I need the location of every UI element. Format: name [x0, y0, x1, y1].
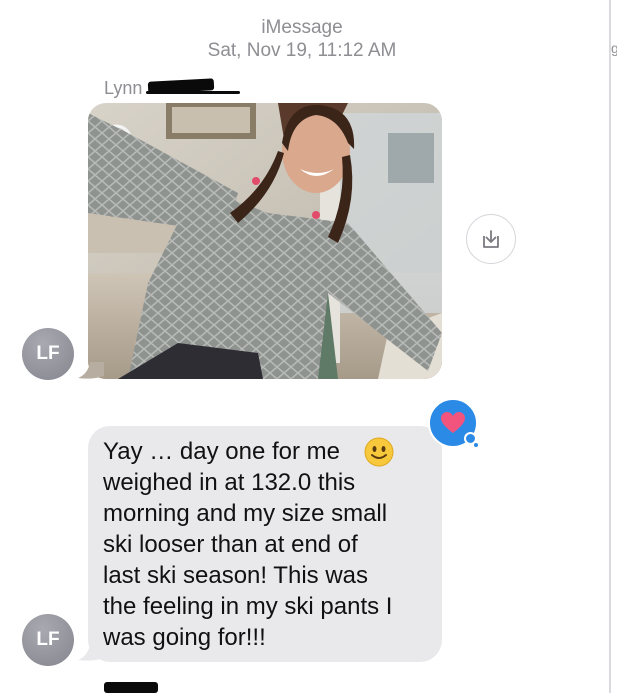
edge-glyph: g: [611, 40, 617, 56]
sender-avatar[interactable]: LF: [22, 328, 74, 380]
window-edge: [609, 0, 611, 693]
reaction-tail-dot-small: [474, 443, 478, 447]
text-bubble-tail: [78, 644, 104, 667]
service-label: iMessage: [261, 17, 343, 38]
photo-bubble-tail: [78, 362, 104, 385]
sender-name: Lynn: [104, 78, 143, 98]
timestamp: Sat, Nov 19, 11:12 AM: [207, 40, 397, 61]
download-icon: [483, 230, 499, 248]
selfie-photo: [88, 103, 442, 379]
redacted-next-sender: [104, 682, 158, 693]
smiley-emoji-icon: [364, 437, 394, 472]
save-image-button[interactable]: [466, 214, 516, 264]
message-body: Yay … day one for me weighed in at 132.0…: [103, 438, 393, 651]
redacted-surname-stroke: [146, 91, 240, 94]
photo-message[interactable]: [88, 103, 442, 379]
heart-icon: [441, 412, 465, 433]
sender-avatar[interactable]: LF: [22, 614, 74, 666]
